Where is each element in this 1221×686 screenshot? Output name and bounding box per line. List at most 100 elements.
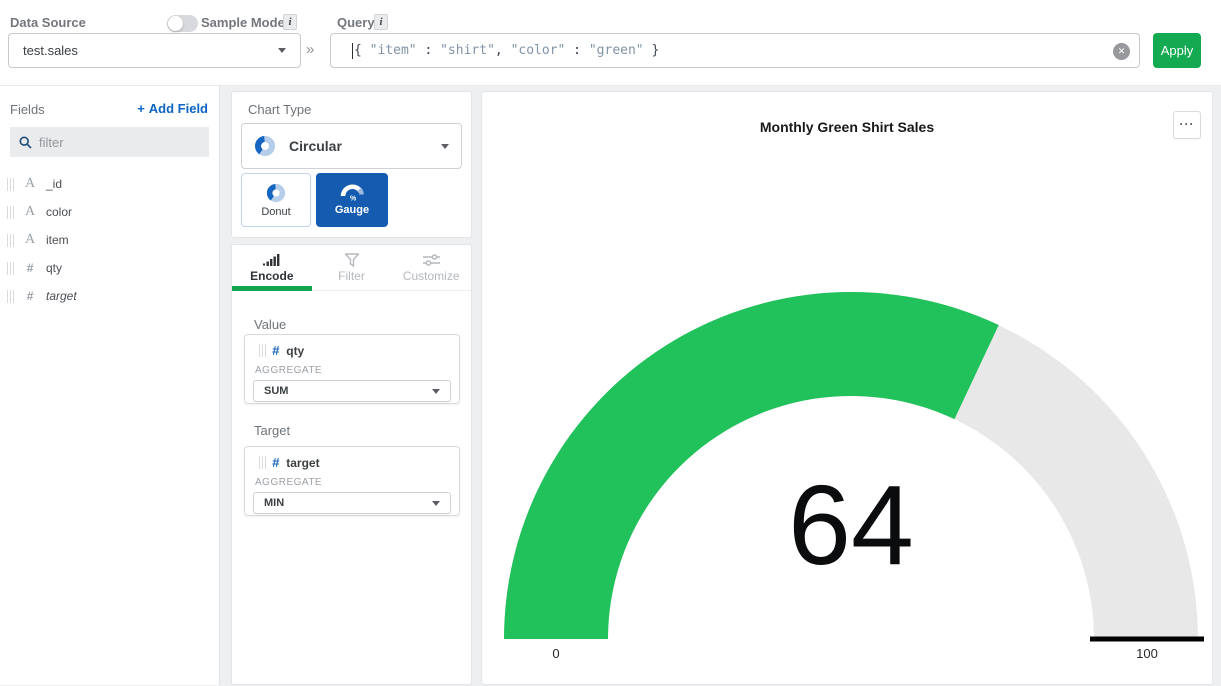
number-type-icon: # <box>21 261 39 275</box>
query-token: { <box>354 43 370 58</box>
field-row-_id[interactable]: A _id <box>0 170 219 198</box>
funnel-icon <box>345 253 359 267</box>
query-token: "color" <box>511 43 566 58</box>
gauge-value-text: 64 <box>651 469 1051 582</box>
aggregate-label: AGGREGATE <box>255 477 459 488</box>
chevron-down-icon <box>432 389 440 394</box>
encode-panel: Encode Filter Customize Value # qty AGGR… <box>231 244 472 685</box>
field-row-target[interactable]: # target <box>0 282 219 310</box>
sliders-icon <box>423 253 440 267</box>
chevron-separator-icon: » <box>306 41 314 58</box>
field-name: qty <box>46 261 62 275</box>
gauge-chart <box>482 92 1214 686</box>
add-field-button[interactable]: + Add Field <box>137 101 208 116</box>
field-row-qty[interactable]: # qty <box>0 254 219 282</box>
tab-encode[interactable]: Encode <box>232 245 312 290</box>
query-token: : <box>417 43 440 58</box>
query-token: "green" <box>589 43 644 58</box>
top-toolbar: Data Source Sample Mode i Query i test.s… <box>0 0 1221 86</box>
aggregate-value: SUM <box>264 385 288 397</box>
plus-icon: + <box>137 101 145 116</box>
query-token: : <box>565 43 588 58</box>
field-name: _id <box>46 177 62 191</box>
drag-handle-icon[interactable] <box>259 344 266 357</box>
field-filter-box <box>10 127 209 157</box>
builder-tabs: Encode Filter Customize <box>232 245 471 291</box>
drag-handle-icon[interactable] <box>7 262 14 275</box>
aggregate-value: MIN <box>264 497 284 509</box>
toggle-knob-icon <box>168 16 183 31</box>
query-label: Query <box>337 15 375 30</box>
sample-mode-info-icon[interactable]: i <box>283 14 297 30</box>
query-token: , <box>495 43 511 58</box>
target-aggregate-select[interactable]: MIN <box>253 492 451 514</box>
drag-handle-icon[interactable] <box>7 178 14 191</box>
field-name: color <box>46 205 72 219</box>
tab-label: Customize <box>403 269 460 283</box>
query-token: "item" <box>370 43 417 58</box>
tab-filter[interactable]: Filter <box>312 245 392 290</box>
chart-type-panel: Chart Type Circular Donut % Gauge <box>231 91 472 238</box>
chart-preview-panel: Monthly Green Shirt Sales ··· 64 0 100 <box>481 91 1213 685</box>
number-type-icon: # <box>272 455 279 470</box>
field-row-item[interactable]: Aitem <box>0 226 219 254</box>
string-type-icon: A <box>21 176 39 192</box>
subtype-donut-button[interactable]: Donut <box>241 173 311 227</box>
drag-handle-icon[interactable] <box>259 456 266 469</box>
add-field-label: Add Field <box>149 101 208 116</box>
sample-mode-toggle[interactable] <box>167 15 198 32</box>
query-input[interactable]: { "item" : "shirt", "color" : "green" } <box>330 33 1140 68</box>
chart-type-value: Circular <box>289 138 342 154</box>
donut-chart-icon <box>254 135 276 157</box>
chevron-down-icon <box>278 48 286 53</box>
chart-type-label: Chart Type <box>248 102 311 117</box>
subtype-label: Donut <box>261 206 290 218</box>
tab-label: Encode <box>250 269 293 283</box>
bar-chart-icon <box>263 253 280 267</box>
target-section-label: Target <box>254 423 290 438</box>
drag-handle-icon[interactable] <box>7 290 14 303</box>
chevron-down-icon <box>432 501 440 506</box>
field-row-color[interactable]: Acolor <box>0 198 219 226</box>
search-icon <box>19 136 32 149</box>
data-source-select[interactable]: test.sales <box>8 33 301 68</box>
fields-list: A_idAcolorAitem#qty#target <box>0 170 219 310</box>
tab-customize[interactable]: Customize <box>391 245 471 290</box>
field-filter-input[interactable] <box>39 135 189 150</box>
apply-button[interactable]: Apply <box>1153 33 1201 68</box>
fields-sidebar: Fields +Add Field A_idAcolorAitem#qty#ta… <box>0 86 220 685</box>
target-field-name: target <box>286 456 319 470</box>
string-type-icon: A <box>21 204 39 220</box>
svg-text:%: % <box>350 196 357 202</box>
number-type-icon: # <box>21 289 39 303</box>
value-field-name: qty <box>286 344 304 358</box>
field-name: item <box>46 233 69 247</box>
query-token: } <box>644 43 660 58</box>
drag-handle-icon[interactable] <box>7 234 14 247</box>
chevron-down-icon <box>441 144 449 149</box>
clear-query-icon[interactable]: ✕ <box>1113 43 1130 60</box>
target-field-card[interactable]: # target AGGREGATE MIN <box>244 446 460 516</box>
value-aggregate-select[interactable]: SUM <box>253 380 451 402</box>
number-type-icon: # <box>272 343 279 358</box>
gauge-value-arc <box>504 292 999 639</box>
gauge-min-label: 0 <box>526 646 586 661</box>
drag-handle-icon[interactable] <box>7 206 14 219</box>
value-field-card[interactable]: # qty AGGREGATE SUM <box>244 334 460 404</box>
donut-chart-icon <box>266 183 286 203</box>
sample-mode-label: Sample Mode <box>201 15 285 30</box>
query-info-icon[interactable]: i <box>374 14 388 30</box>
tab-label: Filter <box>338 269 365 283</box>
data-source-value: test.sales <box>23 43 78 58</box>
aggregate-label: AGGREGATE <box>255 365 459 376</box>
gauge-chart-icon: % <box>339 184 365 201</box>
fields-title: Fields <box>10 102 45 117</box>
value-section-label: Value <box>254 317 286 332</box>
subtype-label: Gauge <box>335 204 369 216</box>
subtype-gauge-button[interactable]: % Gauge <box>316 173 388 227</box>
text-cursor <box>352 43 353 59</box>
field-name: target <box>46 289 77 303</box>
gauge-max-label: 100 <box>1117 646 1177 661</box>
chart-type-select[interactable]: Circular <box>241 123 462 169</box>
query-token: "shirt" <box>440 43 495 58</box>
